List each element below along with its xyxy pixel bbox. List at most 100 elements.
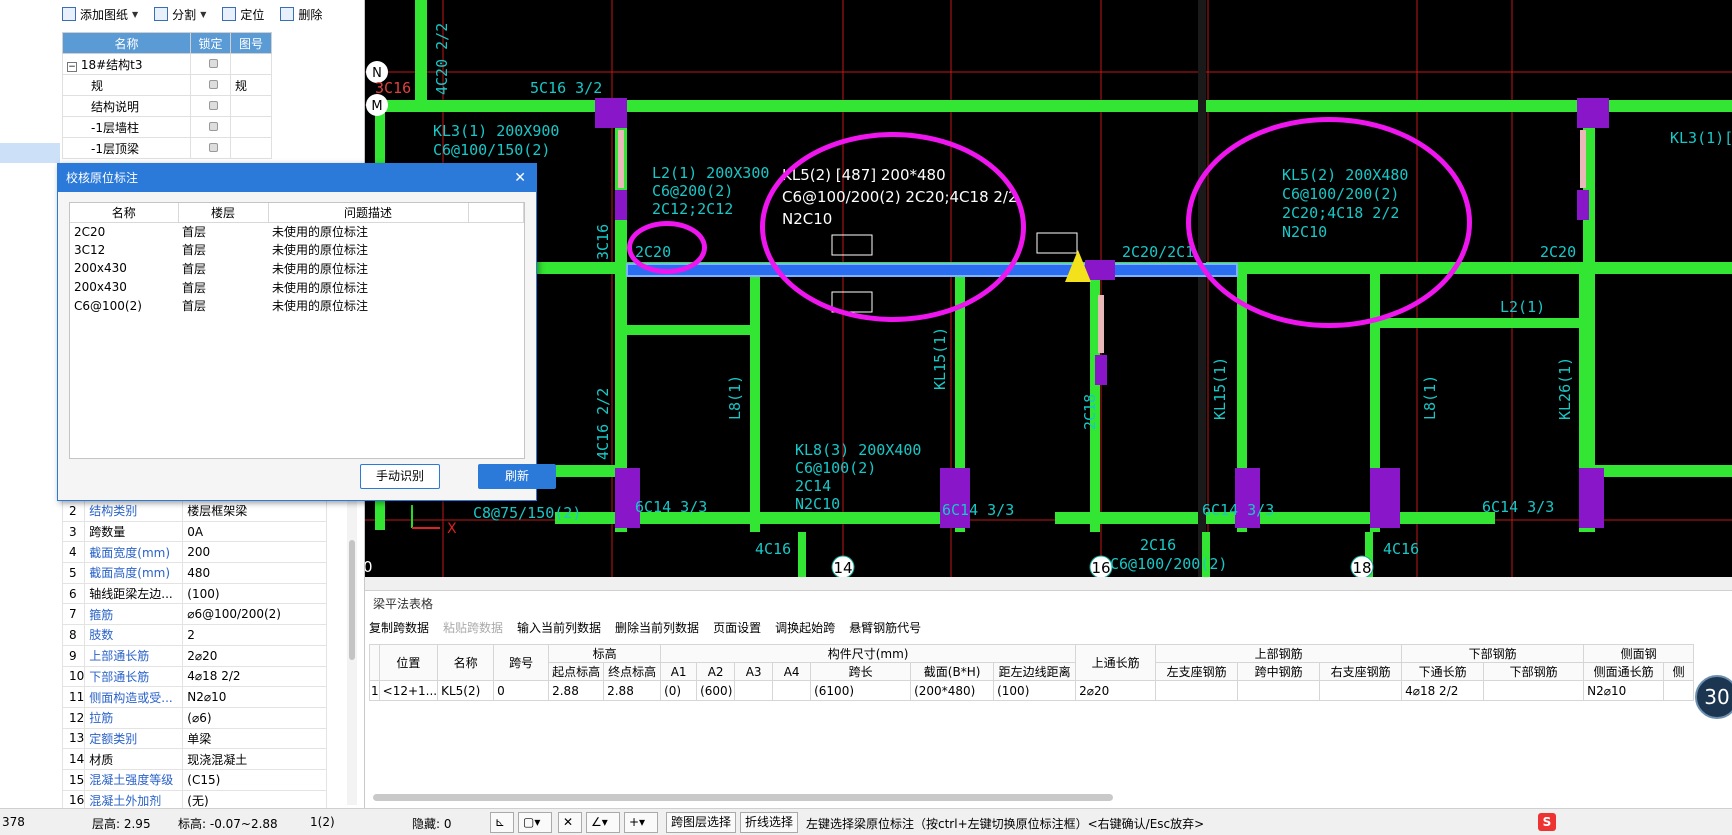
issue-row[interactable]: 200x430 首层 未使用的原位标注	[70, 259, 524, 278]
property-table: 2 结构类别 楼层框架梁 3 跨数量 0A 4 截面宽度(mm) 200 5 截面高度(mm)…	[61, 500, 327, 812]
col-bottom-rebar[interactable]: 下部钢筋	[1483, 662, 1585, 681]
add-drawing-button[interactable]: 添加图纸 ▼	[62, 6, 138, 23]
delete-button[interactable]: 删除	[280, 6, 322, 23]
prop-row[interactable]: 4 截面宽度(mm) 200	[61, 541, 327, 564]
prop-row[interactable]: 3 跨数量 0A	[61, 520, 327, 543]
prop-row[interactable]: 11 侧面构造或受... N2⌀10	[61, 686, 327, 708]
kl8-line2: C6@100(2)	[795, 459, 876, 477]
polyline-select-button[interactable]: 折线选择	[740, 812, 799, 833]
lock-icon[interactable]	[209, 143, 218, 152]
speed-badge[interactable]: 30	[1695, 675, 1732, 719]
prop-row[interactable]: 7 箍筋 ⌀6@100/200(2)	[61, 603, 327, 626]
prop-row[interactable]: 10 下部通长筋 4⌀18 2/2	[61, 665, 327, 688]
col-right-support[interactable]: 右支座钢筋	[1319, 662, 1403, 681]
lock-icon[interactable]	[209, 101, 218, 110]
refresh-button[interactable]: 刷新	[478, 464, 556, 489]
note-2c18: 2C18	[1081, 394, 1099, 430]
cad-drawing[interactable]: N M 14 16 18 0 X KL5(2) [487] 200*480 C6…	[365, 0, 1732, 577]
note-c8: C8@75/150(2)	[473, 504, 581, 522]
axis-18-label: 18	[1352, 559, 1371, 577]
col-axis-distance[interactable]: 距左边线距离	[993, 662, 1077, 681]
tree-row[interactable]: -1层墙柱	[62, 116, 272, 138]
col-a2[interactable]: A2	[696, 662, 736, 681]
issue-list[interactable]: 名称 楼层 问题描述 2C20 首层 未使用的原位标注 3C12 首层 未使用的原位标注…	[69, 202, 525, 459]
manual-identify-button[interactable]: 手动识别	[360, 464, 440, 489]
note-4c16-b: 4C16	[1383, 540, 1419, 558]
issue-row[interactable]: 3C12 首层 未使用的原位标注	[70, 241, 524, 260]
cad-canvas[interactable]: N M 14 16 18 0 X KL5(2) [487] 200*480 C6…	[365, 0, 1732, 577]
delete-icon	[280, 7, 295, 21]
l2-line2: C6@200(2)	[652, 182, 733, 200]
col-side-through[interactable]: 侧面通长筋	[1583, 662, 1665, 681]
prop-row[interactable]: 14 材质 现浇混凝土	[61, 748, 327, 770]
col-side-more[interactable]: 侧	[1663, 662, 1695, 681]
tree-row[interactable]: -1层顶梁	[62, 137, 272, 159]
tree-header-lock: 锁定	[190, 32, 231, 54]
note-3c16: 3C16	[375, 79, 411, 97]
page-setup-button[interactable]: 页面设置	[713, 619, 761, 636]
prop-row[interactable]: 8 肢数 2	[61, 624, 327, 646]
col-a3[interactable]: A3	[734, 662, 774, 681]
prop-row[interactable]: 9 上部通长筋 2⌀20	[61, 644, 327, 667]
input-column-button[interactable]: 输入当前列数据	[517, 619, 601, 636]
note-3c16-vertical: 3C16	[594, 224, 612, 260]
prop-row[interactable]: 12 拉筋 (⌀6)	[61, 706, 327, 729]
col-mid-span[interactable]: 跨中钢筋	[1237, 662, 1321, 681]
tree-row[interactable]: 规规	[62, 74, 272, 96]
issue-row[interactable]: C6@100(2) 首层 未使用的原位标注	[70, 296, 524, 315]
col-name[interactable]: 名称	[437, 644, 495, 681]
table-row[interactable]: 1 <12+1... KL5(2) 0 2.88 2.88 (0) (600) …	[369, 680, 1695, 701]
axis-0-label: 0	[365, 558, 373, 576]
ime-icon[interactable]: S	[1538, 813, 1556, 831]
col-section[interactable]: 截面(B*H)	[910, 662, 995, 681]
split-button[interactable]: 分割 ▼	[154, 6, 206, 23]
col-span-length[interactable]: 跨长	[810, 662, 912, 681]
group-bottom-rebar: 下部钢筋	[1401, 644, 1585, 663]
scroll-thumb[interactable]	[349, 540, 355, 660]
angle-snap-icon[interactable]: ∠▾	[586, 812, 620, 833]
lock-icon[interactable]	[209, 80, 218, 89]
prop-row[interactable]: 6 轴线距梁左边... (100)	[61, 582, 327, 605]
collapse-icon[interactable]: −	[67, 61, 77, 72]
tree-row[interactable]: 结构说明	[62, 95, 272, 117]
issue-row[interactable]: 2C20 首层 未使用的原位标注	[70, 222, 524, 241]
select-mode-icon[interactable]: ▢▾	[518, 812, 552, 833]
property-scrollbar[interactable]	[347, 500, 357, 805]
prop-row[interactable]: 5 截面高度(mm) 480	[61, 562, 327, 584]
note-6c14-a: 6C14 3/3	[635, 498, 707, 516]
tree-row-root[interactable]: − 18#结构t3	[62, 53, 272, 75]
copy-span-button[interactable]: 复制跨数据	[369, 619, 429, 636]
cantilever-code-button[interactable]: 悬臂钢筋代号	[849, 619, 921, 636]
col-start-elev[interactable]: 起点标高	[548, 662, 605, 681]
cross-snap-icon[interactable]: ✕	[558, 812, 582, 833]
delete-column-button[interactable]: 删除当前列数据	[615, 619, 699, 636]
col-desc[interactable]: 问题描述	[268, 203, 469, 223]
prop-row[interactable]: 15 混凝土强度等级 (C15)	[61, 768, 327, 791]
lock-icon[interactable]	[209, 59, 218, 68]
paste-span-button[interactable]: 粘贴跨数据	[443, 619, 503, 636]
table-horizontal-scrollbar[interactable]	[373, 794, 1113, 801]
col-a1[interactable]: A1	[660, 662, 698, 681]
cross-layer-select-button[interactable]: 跨图层选择	[666, 812, 737, 833]
col-top-through[interactable]: 上通长筋	[1075, 644, 1157, 681]
lock-icon[interactable]	[209, 122, 218, 131]
col-bottom-through[interactable]: 下通长筋	[1401, 662, 1485, 681]
add-drawing-icon	[62, 7, 76, 21]
col-a4[interactable]: A4	[772, 662, 812, 681]
ortho-mode-icon[interactable]: ⊾	[490, 812, 514, 833]
note-2c20-mid: 2C20/2C1	[1122, 243, 1194, 261]
dim-snap-icon[interactable]: +▾	[624, 812, 658, 833]
close-icon[interactable]: ✕	[514, 164, 526, 192]
kl8-line3: 2C14	[795, 477, 831, 495]
col-floor[interactable]: 楼层	[178, 203, 269, 223]
col-end-elev[interactable]: 终点标高	[603, 662, 662, 681]
col-position[interactable]: 位置	[378, 644, 439, 681]
col-left-support[interactable]: 左支座钢筋	[1155, 662, 1239, 681]
prop-row[interactable]: 13 定额类别 单梁	[61, 727, 327, 750]
prop-row[interactable]: 2 结构类别 楼层框架梁	[61, 500, 327, 522]
col-name[interactable]: 名称	[70, 203, 179, 223]
issue-row[interactable]: 200x430 首层 未使用的原位标注	[70, 278, 524, 297]
col-span[interactable]: 跨号	[493, 644, 550, 681]
swap-start-span-button[interactable]: 调换起始跨	[775, 619, 835, 636]
locate-button[interactable]: 定位	[222, 6, 264, 23]
